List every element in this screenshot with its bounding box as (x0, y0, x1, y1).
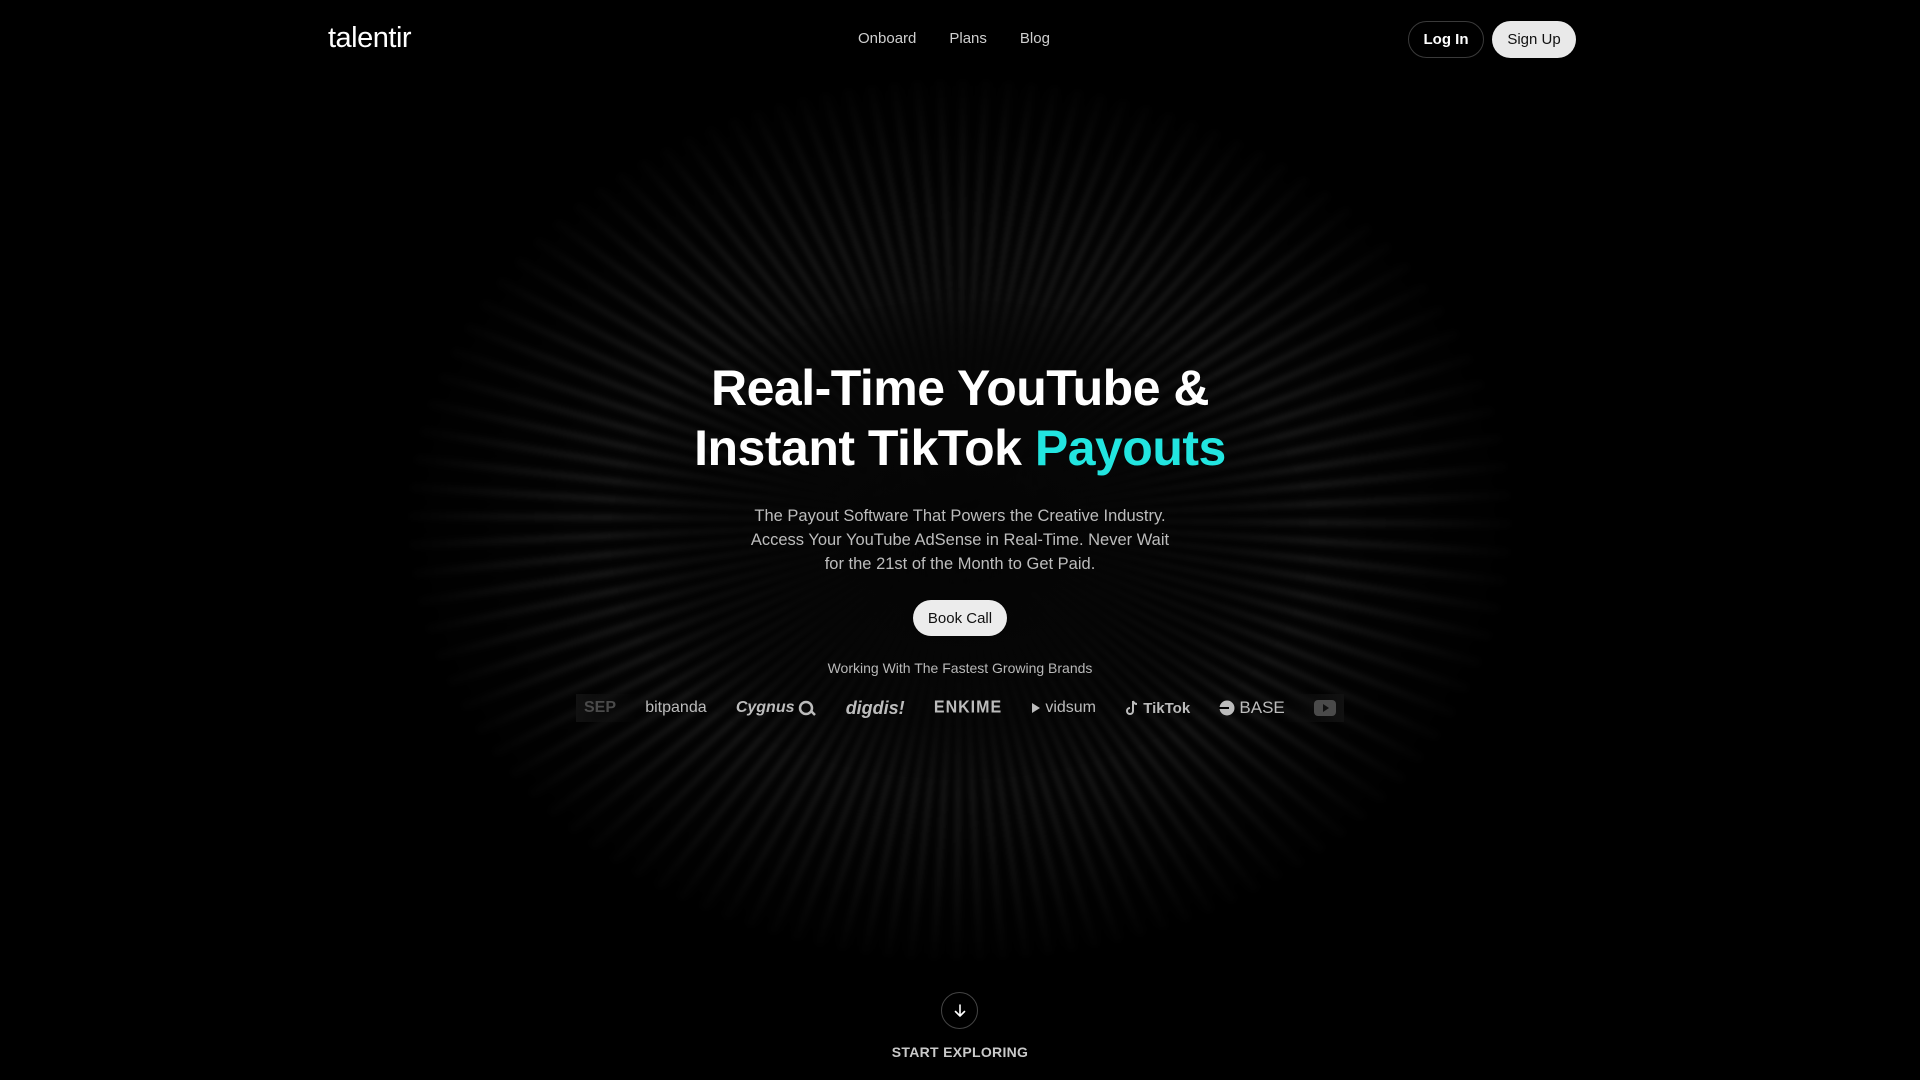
base-mark-icon (1219, 700, 1235, 716)
brand-logo-cygnus: Cygnus (736, 699, 817, 717)
site-logo[interactable]: talentir (328, 22, 412, 55)
brand-name: SEP (584, 699, 617, 716)
brand-logo-sep: SEP (584, 699, 616, 717)
brand-logo-base: BASE (1219, 698, 1285, 718)
brand-name: vidsum (1045, 699, 1097, 716)
brand-logo-vidsum: vidsum (1031, 699, 1096, 717)
login-button[interactable]: Log In (1408, 21, 1484, 58)
site-header: talentir Onboard Plans Blog Log In Sign … (0, 0, 1920, 80)
arrow-down-icon (954, 1003, 965, 1017)
brand-name: BASE (1239, 698, 1285, 717)
nav-plans[interactable]: Plans (949, 30, 987, 47)
book-call-button[interactable]: Book Call (913, 600, 1007, 636)
cygnus-mark-icon (799, 700, 817, 716)
brand-name: ENKIME (933, 698, 1003, 717)
brand-name: bitpanda (645, 699, 707, 716)
youtube-icon (1313, 700, 1336, 716)
brand-logo-youtube (1313, 700, 1336, 716)
tiktok-icon (1126, 700, 1138, 715)
brand-logo-bitpanda: bitpanda (645, 699, 706, 717)
hero-title-accent: Payouts (1034, 420, 1227, 476)
brand-name: TikTok (1143, 699, 1191, 717)
brand-logo-tiktok: TikTok (1125, 700, 1190, 717)
brand-logo-digdis: digdis! (846, 698, 905, 719)
nav-onboard[interactable]: Onboard (858, 30, 916, 47)
start-exploring-label[interactable]: START EXPLORING (810, 1044, 1110, 1060)
hero-subtitle: The Payout Software That Powers the Crea… (750, 507, 1170, 573)
play-icon (1032, 703, 1041, 713)
nav-blog[interactable]: Blog (1020, 30, 1050, 47)
hero-title-line1: Real-Time YouTube & (711, 360, 1210, 416)
brand-name: Cygnus (735, 699, 795, 716)
hero-title-line2: Instant TikTok (694, 420, 1022, 476)
main-nav: Onboard Plans Blog (858, 30, 1050, 47)
brand-name: digdis! (845, 697, 905, 718)
brands-strip: SEP bitpanda Cygnus digdis! ENKIME vidsu… (576, 694, 1344, 722)
hero-title: Real-Time YouTube & Instant TikTok Payou… (560, 358, 1360, 478)
brand-logo-enkime: ENKIME (934, 698, 1002, 718)
brands-label: Working With The Fastest Growing Brands (827, 660, 1093, 676)
scroll-down-button[interactable] (941, 992, 978, 1029)
signup-button[interactable]: Sign Up (1492, 21, 1576, 58)
